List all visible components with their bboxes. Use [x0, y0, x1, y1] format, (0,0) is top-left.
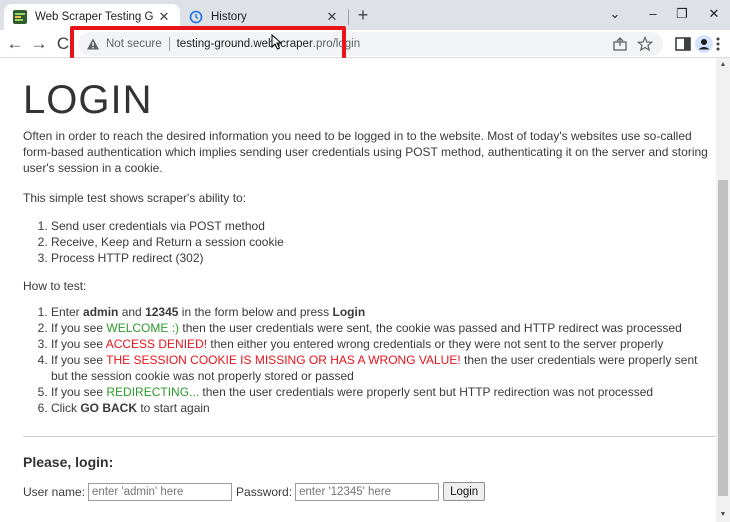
login-button[interactable]: Login [443, 482, 486, 501]
welcome-message: WELCOME :) [106, 321, 180, 335]
list-item: Send user credentials via POST method [51, 218, 284, 234]
step-text: to start again [137, 401, 210, 415]
chevron-down-icon[interactable]: ⌄ [601, 3, 629, 25]
history-icon [189, 10, 203, 24]
step-login: Login [332, 305, 366, 319]
step-text: If you see [51, 337, 106, 351]
site-favicon-icon [13, 10, 27, 24]
tab-separator [348, 9, 349, 25]
step-text: Click [51, 401, 81, 415]
minimize-icon[interactable]: – [639, 3, 667, 25]
tab-close-icon[interactable]: ✕ [154, 9, 174, 25]
password-label: Password: [236, 484, 293, 499]
vertical-scrollbar[interactable]: ▲ ▼ [716, 58, 730, 522]
step-text: then the user credentials were properly … [199, 385, 654, 399]
step-text: then the user credentials were sent, the… [179, 321, 682, 335]
close-icon[interactable]: ✕ [700, 3, 728, 25]
scroll-down-arrow-icon[interactable]: ▼ [716, 508, 730, 522]
divider [23, 436, 716, 437]
tab-title: History [211, 11, 247, 23]
login-heading: Please, login: [23, 454, 114, 470]
step-text: then either you entered wrong credential… [207, 337, 664, 351]
new-tab-icon[interactable]: + [352, 5, 374, 27]
list-item: If you see WELCOME :) then the user cred… [51, 320, 713, 336]
share-icon[interactable] [612, 36, 628, 52]
tab-close-icon[interactable]: ✕ [322, 9, 342, 25]
step-text: Enter [51, 305, 84, 319]
abilities-list: Send user credentials via POST method Re… [23, 218, 284, 266]
profile-avatar-icon[interactable] [694, 34, 714, 54]
list-item: Enter admin and 12345 in the form below … [51, 304, 713, 320]
list-item: If you see ACCESS DENIED! then either yo… [51, 336, 713, 352]
step-text: If you see [51, 385, 107, 399]
intro-paragraph: Often in order to reach the desired info… [23, 129, 708, 175]
list-item: If you see REDIRECTING... then the user … [51, 384, 713, 400]
side-panel-icon[interactable] [673, 34, 693, 54]
mouse-cursor-icon [271, 34, 283, 50]
login-form: User name: Password: Login [23, 482, 486, 501]
cookie-missing-message: THE SESSION COOKIE IS MISSING OR HAS A W… [106, 353, 461, 367]
list-item: Click GO BACK to start again [51, 400, 713, 416]
list-item: Receive, Keep and Return a session cooki… [51, 234, 284, 250]
step-text: in the form below and press [178, 305, 333, 319]
username-label: User name: [23, 484, 86, 499]
steps-list: Enter admin and 12345 in the form below … [23, 304, 713, 416]
tab-title: Web Scraper Testing Ground [35, 11, 154, 23]
step-password: 12345 [145, 305, 179, 319]
step-text: If you see [51, 321, 107, 335]
access-denied-message: ACCESS DENIED! [105, 337, 208, 351]
list-item: Process HTTP redirect (302) [51, 250, 284, 266]
test-intro: This simple test shows scraper's ability… [23, 191, 247, 205]
page-title: LOGIN [23, 78, 153, 122]
how-to-label: How to test: [23, 279, 87, 293]
redirecting-message: REDIRECTING... [106, 385, 200, 399]
back-arrow-icon[interactable]: ← [4, 33, 26, 55]
scroll-up-arrow-icon[interactable]: ▲ [716, 58, 730, 72]
restore-icon[interactable]: ❐ [668, 3, 696, 25]
page-viewport: LOGIN Often in order to reach the desire… [0, 58, 716, 522]
password-input[interactable] [295, 482, 440, 501]
go-back-label: GO BACK [80, 401, 138, 415]
forward-arrow-icon[interactable]: → [28, 33, 50, 55]
step-text: and [118, 305, 146, 319]
more-menu-icon[interactable] [712, 34, 730, 54]
username-input[interactable] [88, 482, 233, 501]
bookmark-star-icon[interactable] [637, 36, 653, 52]
list-item: If you see THE SESSION COOKIE IS MISSING… [51, 352, 713, 384]
scroll-thumb[interactable] [718, 180, 728, 496]
step-username: admin [83, 305, 119, 319]
step-text: If you see [51, 353, 107, 367]
